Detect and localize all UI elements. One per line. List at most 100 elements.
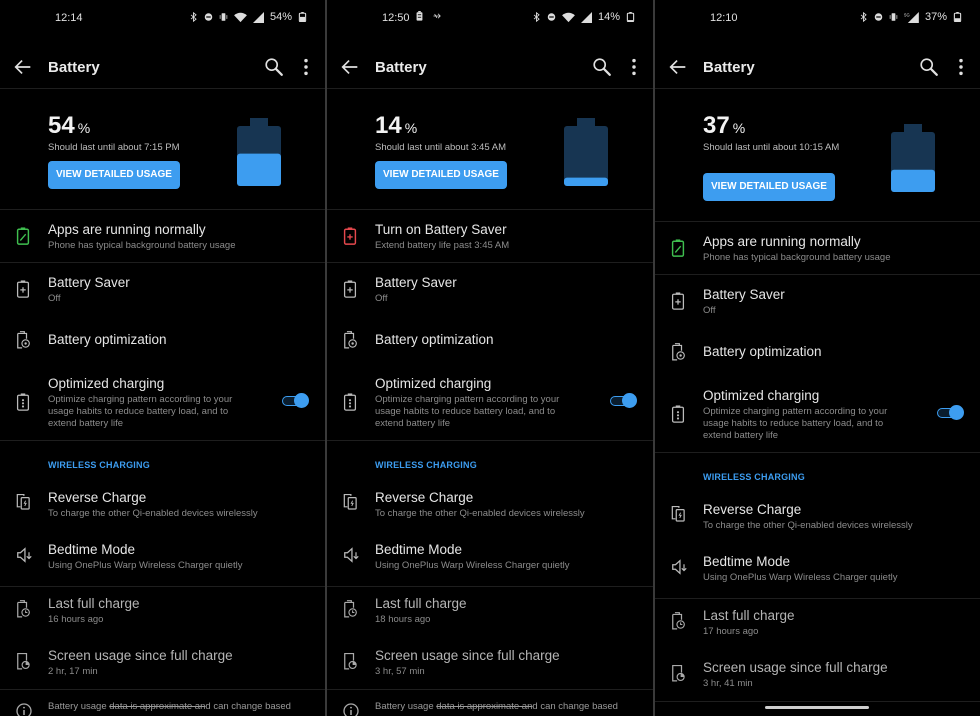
back-arrow-icon[interactable] [12,56,34,78]
footer-text-suffix: d can change based [532,701,618,712]
page-title: Battery [48,59,100,76]
battery-optimization-item[interactable]: Battery optimization [0,315,325,367]
search-icon[interactable] [918,56,940,78]
battery-optimization-title: Battery optimization [48,332,167,347]
battery-saver-icon [343,280,357,298]
info-icon [16,703,32,716]
battery-optimization-item[interactable]: Battery optimization [327,315,653,367]
more-vert-icon[interactable] [301,56,311,78]
battery-clock-icon [344,600,357,618]
footer-text-struck: data is approximate an [436,701,533,712]
back-arrow-icon[interactable] [667,56,689,78]
battery-saver-status: Off [48,293,61,304]
cell-signal-5g-icon: 5G [904,11,919,23]
reverse-charge-item[interactable]: Reverse Charge To charge the other Qi-en… [655,493,980,545]
battery-percent-value: 37 [703,112,730,139]
battery-tip-item[interactable]: Apps are running normally Phone has typi… [0,211,325,263]
search-icon[interactable] [591,56,613,78]
app-bar: Battery [655,47,980,89]
battery-saver-icon [671,292,685,310]
status-time: 12:10 [710,12,738,24]
optimized-charging-icon [16,393,30,411]
footer-text-prefix: Battery usage [375,701,437,712]
battery-saver-title: Battery Saver [703,287,785,302]
wifi-icon [234,12,247,22]
last-full-charge-item: Last full charge 18 hours ago [327,588,653,640]
battery-clock-icon [17,600,30,618]
battery-usage-footer: Battery usage data is approximate and ca… [327,697,653,716]
status-battery-percent: 14% [597,11,620,23]
footer-text-suffix: d can change based [205,701,291,712]
optimized-charging-item[interactable]: Optimized charging Optimize charging pat… [0,367,325,441]
screenshot-comparison: 12:14 54% Battery 54% Should last until … [0,0,980,716]
bedtime-mode-item[interactable]: Bedtime Mode Using OnePlus Warp Wireless… [0,533,325,587]
optimized-charging-item[interactable]: Optimized charging Optimize charging pat… [327,367,653,441]
reverse-charge-title: Reverse Charge [48,490,147,505]
status-battery-percent: 37% [924,11,947,23]
vibrate-icon [889,13,898,21]
battery-saver-item[interactable]: Battery Saver Off [0,263,325,315]
battery-tip-item[interactable]: Apps are running normally Phone has typi… [655,223,980,275]
battery-level-graphic [564,118,608,186]
bedtime-mode-item[interactable]: Bedtime Mode Using OnePlus Warp Wireless… [327,533,653,587]
battery-tip-title: Turn on Battery Saver [375,222,507,237]
status-bar: 12:50 14% [327,0,653,36]
status-bar: 12:14 54% [0,0,325,36]
battery-saver-title: Battery Saver [48,275,130,290]
battery-percent-value: 54 [48,112,75,139]
battery-tip-item[interactable]: Turn on Battery Saver Extend battery lif… [327,211,653,263]
battery-optimization-item[interactable]: Battery optimization [655,327,980,379]
last-full-charge-value: 18 hours ago [375,614,431,625]
reverse-charge-item[interactable]: Reverse Charge To charge the other Qi-en… [0,481,325,533]
wifi-icon [562,12,575,22]
bedtime-mode-item[interactable]: Bedtime Mode Using OnePlus Warp Wireless… [655,545,980,599]
optimized-charging-toggle[interactable] [609,393,637,409]
more-vert-icon[interactable] [629,56,639,78]
status-battery-percent: 54% [269,11,292,23]
screen-usage-value: 2 hr, 17 min [48,666,98,677]
battery-tip-subtitle: Extend battery life past 3:45 AM [375,240,510,251]
reverse-charge-title: Reverse Charge [375,490,474,505]
optimized-charging-description: Optimize charging pattern according to y… [703,406,888,441]
status-right-icons: 14% [532,11,635,23]
section-header-wireless-charging: WIRELESS CHARGING [375,460,477,470]
battery-status-icon [416,11,423,21]
status-time: 12:14 [55,12,83,24]
view-detailed-usage-button[interactable]: VIEW DETAILED USAGE [703,173,835,201]
section-header-wireless-charging: WIRELESS CHARGING [703,472,805,482]
back-arrow-icon[interactable] [339,56,361,78]
view-detailed-usage-button[interactable]: VIEW DETAILED USAGE [48,161,180,189]
battery-summary: 14% Should last until about 3:45 AM VIEW… [327,94,653,210]
battery-optimization-icon [344,331,357,349]
bluetooth-icon [190,12,197,22]
status-battery-icon [953,12,962,22]
reverse-charge-title: Reverse Charge [703,502,802,517]
last-full-charge-value: 16 hours ago [48,614,104,625]
battery-saver-item[interactable]: Battery Saver Off [327,263,653,315]
dnd-icon [547,13,556,21]
reverse-charge-icon [16,493,30,510]
battery-saver-item[interactable]: Battery Saver Off [655,275,980,327]
gesture-nav-handle[interactable] [765,706,869,709]
view-detailed-usage-button[interactable]: VIEW DETAILED USAGE [375,161,507,189]
battery-graphic-cap [250,118,268,126]
footer-text-struck: data is approximate an [109,701,206,712]
usb-icon [433,13,441,19]
last-full-charge-item: Last full charge 16 hours ago [0,588,325,640]
svg-text:5G: 5G [904,12,909,17]
optimized-charging-title: Optimized charging [375,376,492,391]
optimized-charging-toggle[interactable] [936,405,964,421]
more-vert-icon[interactable] [956,56,966,78]
optimized-charging-toggle[interactable] [281,393,309,409]
search-icon[interactable] [263,56,285,78]
optimized-charging-item[interactable]: Optimized charging Optimize charging pat… [655,379,980,453]
battery-summary: 37% Should last until about 10:15 AM VIE… [655,94,980,222]
battery-percentage: 14% [375,112,417,140]
battery-saver-icon [16,280,30,298]
battery-optimization-title: Battery optimization [375,332,494,347]
screen-usage-icon [672,664,685,682]
battery-optimization-title: Battery optimization [703,344,822,359]
status-right-icons: 5G 37% [859,11,962,23]
reverse-charge-item[interactable]: Reverse Charge To charge the other Qi-en… [327,481,653,533]
vibrate-icon [219,13,228,21]
